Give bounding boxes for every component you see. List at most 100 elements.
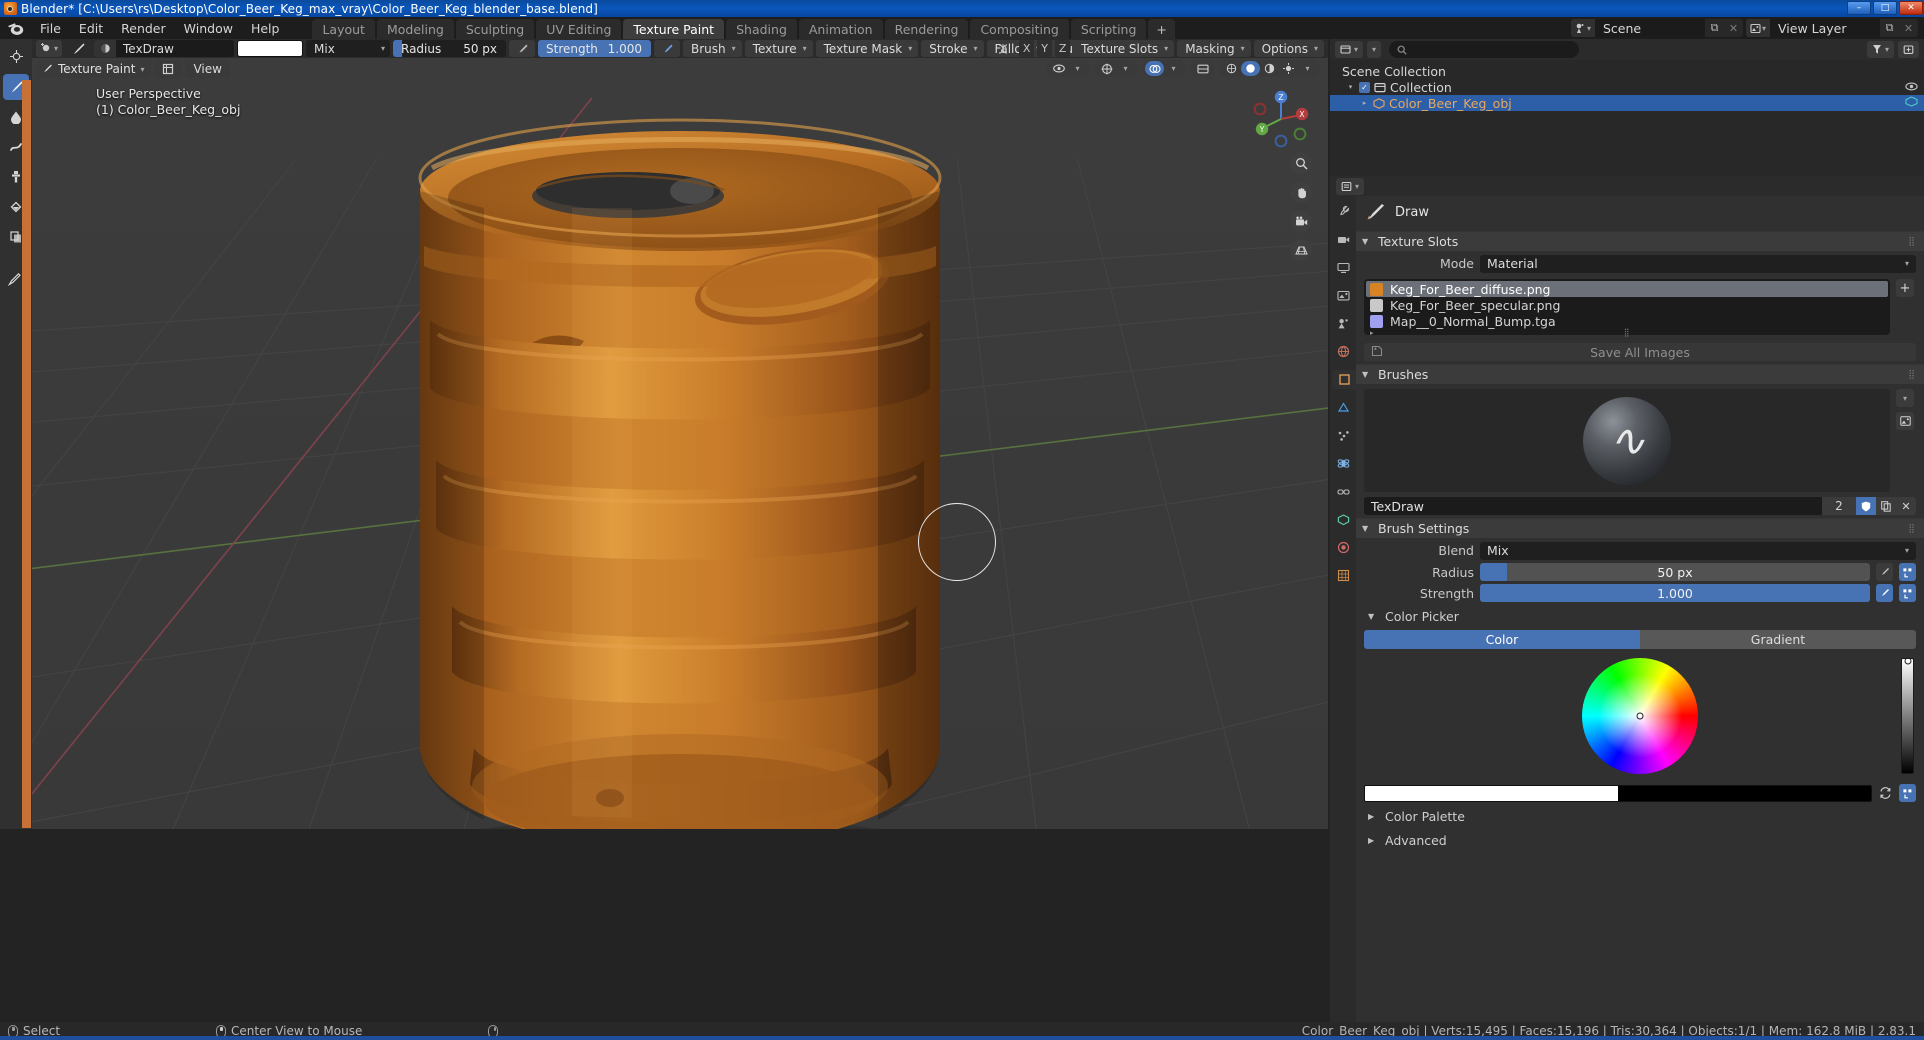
tab-scripting[interactable]: Scripting	[1070, 19, 1147, 39]
brushes-panel-header[interactable]: ▼ Brushes ⣿	[1356, 364, 1924, 384]
texture-slot-list[interactable]: Keg_For_Beer_diffuse.png Keg_For_Beer_sp…	[1364, 279, 1914, 337]
object-mesh-data-icon[interactable]	[1905, 96, 1918, 110]
overlays-dropdown-icon[interactable]: ▾	[1164, 61, 1183, 76]
add-texture-slot-button[interactable]: +	[1896, 279, 1914, 297]
radius-unit-toggle-icon[interactable]	[1899, 563, 1916, 581]
tab-scene-icon[interactable]	[1334, 314, 1353, 333]
texture-mask-menu[interactable]: Texture Mask ▾	[815, 40, 919, 57]
brush-tool-icon[interactable]	[65, 40, 91, 57]
masking-menu[interactable]: Masking ▾	[1177, 40, 1251, 57]
brush-datablock-name[interactable]: TexDraw	[1364, 497, 1822, 515]
texture-slots-panel-header[interactable]: ▼ Texture Slots ⣿	[1356, 231, 1924, 251]
outliner-new-collection-icon[interactable]	[1898, 41, 1919, 58]
brush-preview[interactable]: ∿ ▾	[1364, 389, 1914, 492]
outliner-row-scene-collection[interactable]: Scene Collection	[1330, 63, 1924, 79]
object-visibility-icon[interactable]	[1049, 61, 1068, 76]
texture-slots-collapse-icon[interactable]: ▼	[1362, 237, 1372, 246]
outliner-editor-type-icon[interactable]: ▾	[1335, 41, 1364, 58]
show-overlays-icon[interactable]	[1145, 61, 1164, 76]
menu-help[interactable]: Help	[242, 19, 289, 38]
tab-constraints-icon[interactable]	[1334, 482, 1353, 501]
outliner-row-collection[interactable]: ▾ ✓ Collection	[1330, 79, 1924, 95]
menu-file[interactable]: File	[31, 19, 70, 38]
3d-viewport[interactable]	[32, 58, 1328, 829]
beer-keg-3d-model[interactable]	[32, 58, 1328, 829]
tab-modifiers-icon[interactable]	[1334, 398, 1353, 417]
symmetry-z-button[interactable]: Z	[1055, 40, 1071, 57]
collection-expand-triangle-icon[interactable]: ▾	[1346, 83, 1355, 91]
radius-pressure-icon[interactable]	[509, 40, 535, 57]
brushes-collapse-icon[interactable]: ▼	[1362, 370, 1372, 379]
strength-slider[interactable]: Strength 1.000	[538, 40, 651, 57]
tab-view-layer-icon[interactable]	[1334, 286, 1353, 305]
viewport-navigation-gizmo[interactable]: Z X Y	[1248, 86, 1314, 152]
options-menu[interactable]: Options ▾	[1253, 40, 1324, 57]
outliner-filter-icon[interactable]: ▾	[1866, 41, 1894, 58]
texture-slot-row-diffuse[interactable]: Keg_For_Beer_diffuse.png	[1366, 281, 1888, 297]
active-brush-selector[interactable]: TexDraw	[94, 40, 234, 57]
material-preview-shading-icon[interactable]	[1260, 61, 1279, 76]
outliner-editor[interactable]: ▾ ▾ ▾ Scene Collection ▾ ✓ Collection ▸ …	[1330, 39, 1924, 176]
swap-colors-icon[interactable]	[1877, 784, 1894, 802]
tab-shading[interactable]: Shading	[726, 19, 797, 39]
add-workspace-button[interactable]: +	[1148, 19, 1175, 39]
tab-material-icon[interactable]	[1334, 538, 1353, 557]
new-view-layer-button[interactable]: ⧉	[1880, 19, 1899, 37]
brush-settings-collapse-icon[interactable]: ▼	[1362, 524, 1372, 533]
properties-editor-type-icon[interactable]: ▾	[1336, 177, 1365, 195]
unlink-scene-button[interactable]: ✕	[1724, 19, 1743, 37]
tab-output-icon[interactable]	[1334, 258, 1353, 277]
x-icon[interactable]: ✕	[1896, 497, 1916, 515]
grid-icon[interactable]	[1290, 239, 1312, 261]
brush-radius-slider[interactable]: 50 px	[1480, 563, 1870, 581]
new-scene-button[interactable]: ⧉	[1705, 19, 1724, 37]
view-layer-selector[interactable]: ▾ View Layer ⧉ ✕	[1746, 19, 1918, 37]
tab-texture-icon[interactable]	[1334, 566, 1353, 585]
scene-selector[interactable]: ▾ Scene ⧉ ✕	[1571, 19, 1743, 37]
maximize-button[interactable]: □	[1873, 1, 1897, 15]
collection-visibility-eye-icon[interactable]	[1905, 81, 1918, 94]
tab-modeling[interactable]: Modeling	[376, 19, 454, 39]
blend-mode-dropdown[interactable]: Mix ▾	[306, 40, 390, 57]
viewport-view-menu[interactable]: View	[185, 60, 230, 78]
tab-object-properties-icon[interactable]	[1332, 370, 1356, 389]
object-expand-triangle-icon[interactable]: ▸	[1360, 99, 1369, 107]
wireframe-shading-icon[interactable]	[1222, 61, 1241, 76]
tab-sculpting[interactable]: Sculpting	[455, 19, 535, 39]
tab-texture-paint[interactable]: Texture Paint	[623, 19, 725, 39]
color-picker-panel-header[interactable]: ▼ Color Picker	[1356, 607, 1924, 626]
texture-slot-row-normal[interactable]: Map__0_Normal_Bump.tga	[1366, 313, 1888, 329]
brush-menu[interactable]: Brush ▾	[683, 40, 742, 57]
radius-slider[interactable]: Radius 50 px	[393, 40, 506, 57]
tab-layout[interactable]: Layout	[312, 19, 375, 39]
color-wheel-picker-handle[interactable]	[1636, 712, 1644, 720]
solid-shading-icon[interactable]	[1241, 61, 1260, 76]
save-all-images-button[interactable]: Save All Images	[1364, 343, 1916, 361]
secondary-color-swatch[interactable]	[1618, 785, 1871, 801]
outliner-row-object[interactable]: ▸ Color_Beer_Keg_obj	[1330, 95, 1924, 111]
symmetry-y-button[interactable]: Y	[1037, 40, 1053, 57]
tab-animation[interactable]: Animation	[798, 19, 883, 39]
strength-pressure-icon[interactable]	[654, 40, 680, 57]
tab-rendering[interactable]: Rendering	[884, 19, 969, 39]
brush-blend-dropdown[interactable]: Mix ▾	[1480, 541, 1916, 560]
value-slider-bar[interactable]	[1901, 657, 1914, 774]
tab-uv-editing[interactable]: UV Editing	[536, 19, 622, 39]
texture-slot-row-specular[interactable]: Keg_For_Beer_specular.png	[1366, 297, 1888, 313]
tool-cursor-icon[interactable]	[3, 43, 29, 69]
shading-dropdown-icon[interactable]: ▾	[1298, 61, 1317, 76]
tab-particles-icon[interactable]	[1334, 426, 1353, 445]
strength-pressure-toggle-icon[interactable]	[1876, 584, 1893, 602]
outliner-search-input[interactable]	[1389, 41, 1580, 58]
brush-add-icon[interactable]: ▾	[36, 40, 62, 57]
slot-list-grip[interactable]: ▸ ⣿	[1366, 328, 1888, 337]
texture-mode-dropdown[interactable]: Material ▾	[1480, 254, 1916, 273]
hand-icon[interactable]	[1290, 181, 1312, 203]
brush-settings-panel-header[interactable]: ▼ Brush Settings ⣿	[1356, 518, 1924, 538]
remove-view-layer-button[interactable]: ✕	[1899, 19, 1918, 37]
visibility-dropdown-icon[interactable]: ▾	[1068, 61, 1087, 76]
color-pressure-toggle-icon[interactable]	[1899, 784, 1916, 802]
color-palette-panel-header[interactable]: ▶ Color Palette	[1356, 807, 1924, 826]
shield-icon[interactable]	[1856, 497, 1876, 515]
viewport-mode-selector[interactable]: Texture Paint ▾	[36, 60, 152, 78]
